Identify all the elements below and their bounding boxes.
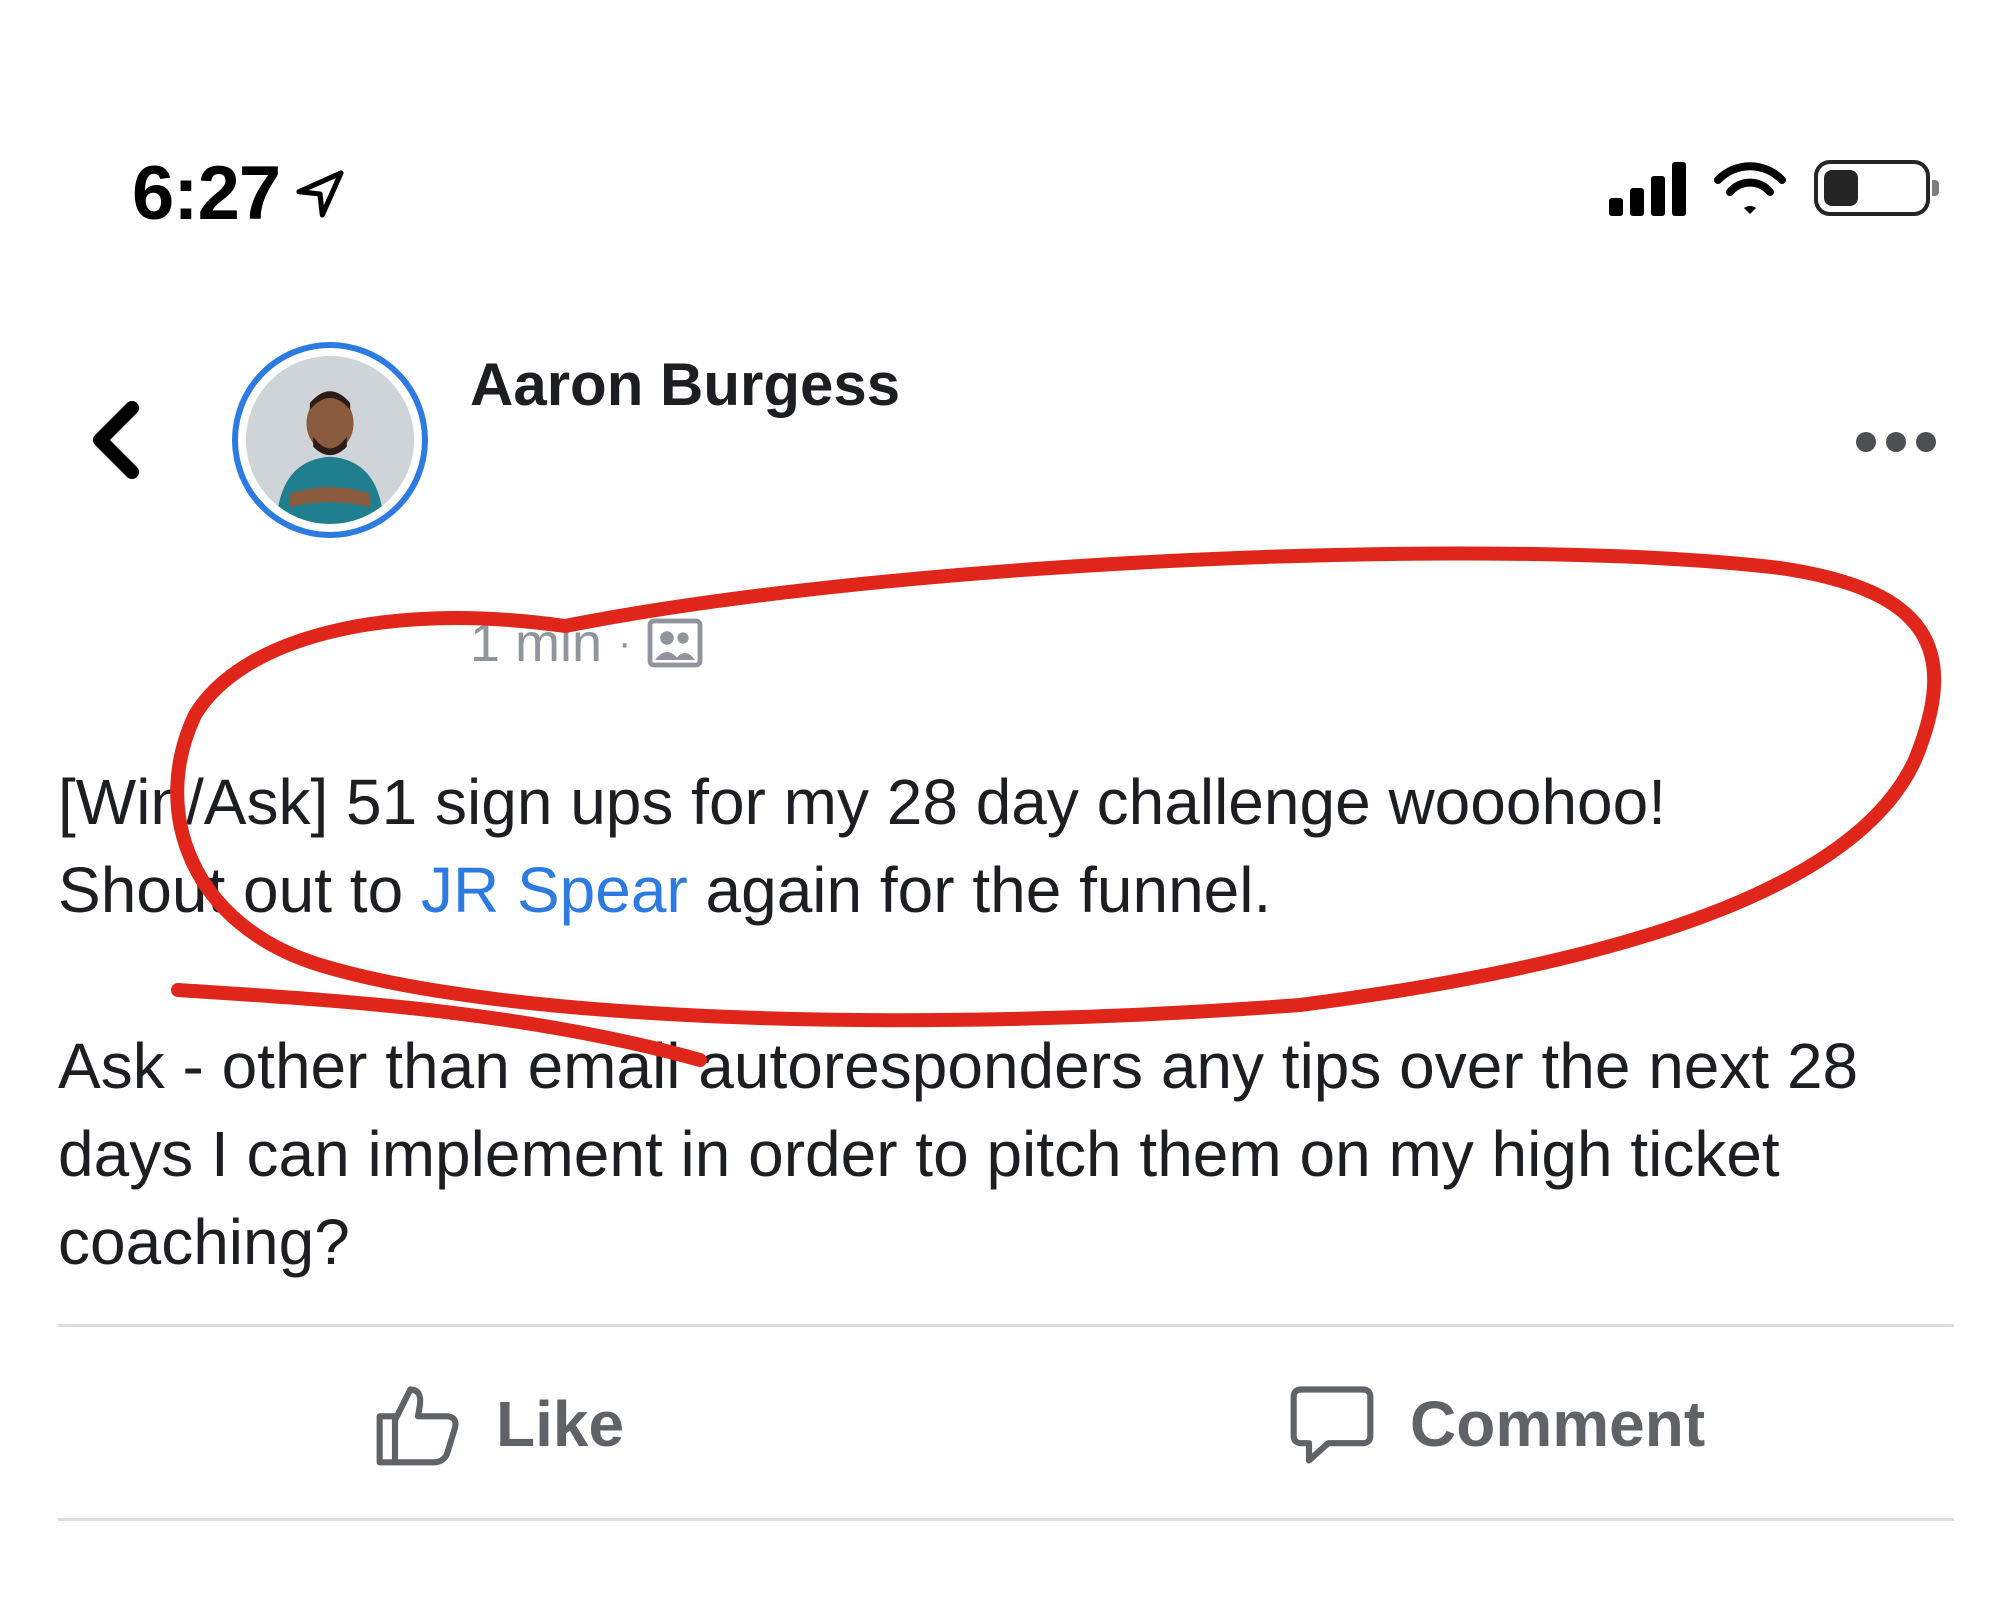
post-timestamp[interactable]: 1 min — [470, 612, 602, 674]
wifi-icon — [1714, 162, 1786, 214]
divider-bottom — [58, 1518, 1954, 1521]
battery-icon — [1814, 160, 1939, 216]
cellular-signal-icon — [1609, 160, 1686, 216]
status-icons — [1609, 160, 1939, 216]
comment-bubble-icon — [1290, 1386, 1374, 1464]
divider-top — [58, 1324, 1954, 1327]
back-button[interactable] — [84, 400, 144, 480]
post-paragraph-2: Ask - other than email autoresponders an… — [58, 1030, 1859, 1278]
chevron-left-icon — [93, 401, 139, 479]
battery-level — [1824, 170, 1858, 206]
comment-label: Comment — [1410, 1388, 1706, 1460]
author-name[interactable]: Aaron Burgess — [470, 350, 900, 419]
more-dot — [1886, 432, 1906, 452]
avatar[interactable] — [232, 342, 428, 538]
post-screen: 6:27 Aaron Burgess 1 min · [Win/Ask] 51 … — [0, 0, 2000, 1600]
status-time-text: 6:27 — [132, 151, 281, 236]
post-line-2-end: again for the funnel. — [687, 854, 1272, 926]
meta-separator: · — [618, 620, 632, 665]
post-line-2-start: Shout out to — [58, 854, 421, 926]
mention-link[interactable]: JR Spear — [421, 854, 688, 926]
like-label: Like — [496, 1388, 625, 1460]
post-meta: 1 min · — [470, 612, 703, 674]
status-time: 6:27 — [132, 150, 348, 237]
post-line-2: Shout out to JR Spear again for the funn… — [58, 846, 1958, 934]
post-body: [Win/Ask] 51 sign ups for my 28 day chal… — [58, 758, 1958, 1286]
like-button[interactable]: Like — [372, 1378, 624, 1470]
more-options-button[interactable] — [1856, 432, 1936, 452]
post-line-1: [Win/Ask] 51 sign ups for my 28 day chal… — [58, 766, 1666, 838]
more-dot — [1856, 432, 1876, 452]
comment-button[interactable]: Comment — [1286, 1378, 1705, 1470]
thumbs-up-icon — [376, 1386, 459, 1466]
location-arrow-icon — [296, 169, 344, 218]
more-dot — [1916, 432, 1936, 452]
avatar-photo — [246, 356, 414, 524]
group-members-icon — [647, 618, 703, 668]
